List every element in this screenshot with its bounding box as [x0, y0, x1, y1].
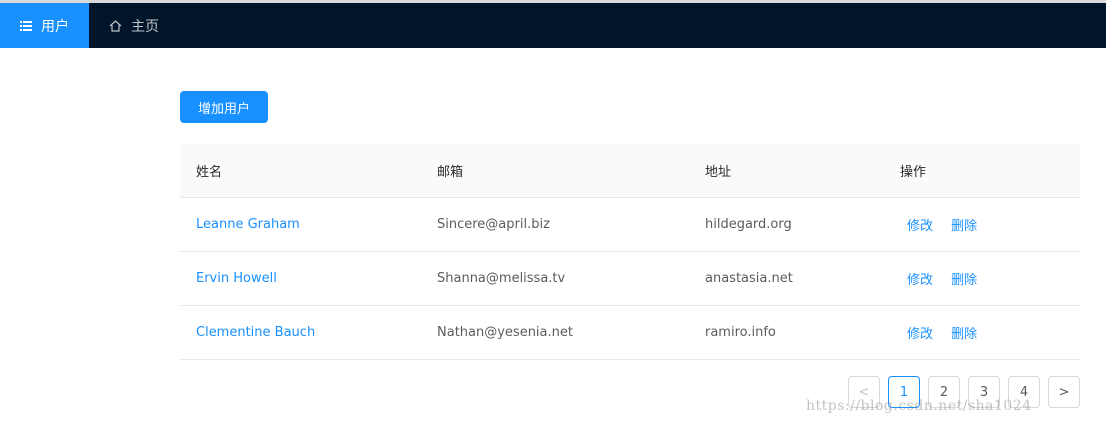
table-row: Clementine Bauch Nathan@yesenia.net rami… — [180, 305, 1080, 360]
column-header-email: 邮箱 — [421, 144, 689, 198]
next-page-button[interactable]: > — [1048, 376, 1080, 408]
nav-item-label: 主页 — [131, 18, 159, 35]
edit-link[interactable]: 修改 — [907, 327, 933, 342]
home-icon — [109, 19, 122, 32]
table-row: Ervin Howell Shanna@melissa.tv anastasia… — [180, 251, 1080, 306]
column-header-actions: 操作 — [884, 144, 1080, 198]
cell-email: Sincere@april.biz — [421, 197, 689, 252]
cell-name: Leanne Graham — [180, 197, 421, 252]
cell-email: Nathan@yesenia.net — [421, 305, 689, 360]
list-icon — [20, 20, 32, 31]
top-nav-bar: 用户 主页 — [0, 3, 1106, 48]
cell-address: anastasia.net — [689, 251, 884, 306]
user-name-link[interactable]: Ervin Howell — [196, 271, 277, 286]
user-name-link[interactable]: Clementine Bauch — [196, 325, 315, 340]
cell-address: ramiro.info — [689, 305, 884, 360]
edit-link[interactable]: 修改 — [907, 219, 933, 234]
users-table: 姓名 邮箱 地址 操作 Leanne Graham Sincere@april.… — [180, 144, 1080, 360]
cell-actions: 修改 删除 — [884, 197, 1080, 252]
cell-actions: 修改 删除 — [884, 305, 1080, 360]
cell-name: Ervin Howell — [180, 251, 421, 306]
cell-name: Clementine Bauch — [180, 305, 421, 360]
delete-link[interactable]: 删除 — [951, 327, 977, 342]
cell-address: hildegard.org — [689, 197, 884, 252]
cell-email: Shanna@melissa.tv — [421, 251, 689, 306]
delete-link[interactable]: 删除 — [951, 273, 977, 288]
column-header-name: 姓名 — [180, 144, 421, 198]
add-user-button[interactable]: 增加用户 — [180, 91, 268, 123]
nav-item-home[interactable]: 主页 — [89, 3, 179, 48]
nav-item-users[interactable]: 用户 — [0, 3, 89, 48]
watermark: https://blog.csdn.net/sha1024 — [806, 398, 1032, 414]
column-header-address: 地址 — [689, 144, 884, 198]
delete-link[interactable]: 删除 — [951, 219, 977, 234]
nav-item-label: 用户 — [41, 18, 69, 35]
table-header-row: 姓名 邮箱 地址 操作 — [180, 144, 1080, 198]
cell-actions: 修改 删除 — [884, 251, 1080, 306]
edit-link[interactable]: 修改 — [907, 273, 933, 288]
user-name-link[interactable]: Leanne Graham — [196, 217, 300, 232]
table-row: Leanne Graham Sincere@april.biz hildegar… — [180, 197, 1080, 252]
